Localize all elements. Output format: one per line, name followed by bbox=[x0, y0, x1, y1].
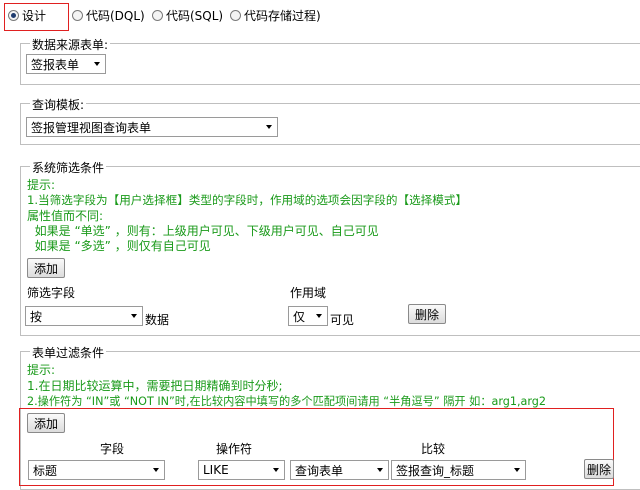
chevron-down-icon bbox=[514, 468, 520, 472]
form-filter-tip-2: 2.操作符为 “IN”或 “NOT IN”时,在比较内容中填写的多个匹配项间请用… bbox=[27, 395, 547, 408]
form-filter-compare-value-select[interactable]: 签报查询_标题 bbox=[391, 460, 526, 480]
chevron-down-icon bbox=[273, 468, 279, 472]
data-source-value: 签报表单 bbox=[31, 57, 80, 72]
radio-indicator bbox=[8, 9, 19, 21]
form-filter-operator-value: LIKE bbox=[203, 463, 229, 477]
form-filter-header-compare: 比较 bbox=[421, 442, 446, 456]
form-filter-tip-0: 提示: bbox=[27, 363, 56, 377]
form-filter-operator-select[interactable]: LIKE bbox=[198, 460, 285, 480]
chevron-down-icon bbox=[131, 314, 137, 318]
form-filter-compare-type-select[interactable]: 查询表单 bbox=[290, 460, 389, 480]
system-filter-delete-button[interactable]: 删除 bbox=[408, 304, 446, 324]
radio-indicator bbox=[152, 9, 163, 21]
form-filter-delete-button[interactable]: 删除 bbox=[584, 459, 614, 479]
system-filter-field-value: 按 bbox=[30, 309, 43, 324]
form-filter-field-select[interactable]: 标题 bbox=[28, 460, 165, 480]
radio-procedure[interactable]: 代码存储过程) bbox=[230, 7, 321, 23]
form-filter-compare-type-value: 查询表单 bbox=[295, 463, 344, 478]
form-filter-compare-value: 签报查询_标题 bbox=[396, 463, 475, 478]
system-filter-legend: 系统筛选条件 bbox=[30, 159, 107, 176]
system-filter-field-suffix: 数据 bbox=[145, 313, 170, 327]
form-filter-tip-1: 1.在日期比较运算中，需要把日期精确到时分秒; bbox=[27, 379, 283, 393]
chevron-down-icon bbox=[377, 468, 383, 472]
system-filter-scope-select[interactable]: 仅 bbox=[288, 306, 328, 326]
system-filter-tip-1: 1.当筛选字段为【用户选择框】类型的字段时，作用域的选项会因字段的【选择模式】 bbox=[27, 193, 468, 207]
chevron-down-icon bbox=[153, 468, 159, 472]
system-filter-scope-value: 仅 bbox=[293, 309, 306, 324]
system-filter-tip-4: 如果是 “多选” ，则仅有自己可见 bbox=[27, 239, 211, 253]
data-source-select[interactable]: 签报表单 bbox=[26, 54, 106, 74]
form-filter-field-value: 标题 bbox=[33, 463, 58, 478]
chevron-down-icon bbox=[266, 125, 272, 129]
radio-design[interactable]: 设计 bbox=[8, 7, 46, 23]
form-filter-legend: 表单过滤条件 bbox=[30, 344, 107, 361]
query-template-select[interactable]: 签报管理视图查询表单 bbox=[26, 117, 278, 137]
radio-sql[interactable]: 代码(SQL) bbox=[152, 7, 223, 23]
radio-indicator bbox=[72, 9, 83, 21]
data-source-fieldset: 数据来源表单: 签报表单 bbox=[20, 36, 640, 85]
chevron-down-icon bbox=[94, 62, 100, 66]
form-filter-add-button[interactable]: 添加 bbox=[27, 413, 65, 433]
query-template-fieldset: 查询模板: 签报管理视图查询表单 bbox=[20, 96, 640, 145]
query-template-legend: 查询模板: bbox=[30, 96, 87, 113]
radio-label: 代码(SQL) bbox=[166, 8, 224, 23]
query-template-value: 签报管理视图查询表单 bbox=[31, 120, 152, 135]
radio-dql[interactable]: 代码(DQL) bbox=[72, 7, 145, 23]
form-filter-header-field: 字段 bbox=[100, 442, 125, 456]
data-source-legend: 数据来源表单: bbox=[30, 36, 111, 53]
system-filter-col-field: 筛选字段 bbox=[27, 286, 76, 300]
radio-indicator bbox=[230, 9, 241, 21]
form-filter-header-operator: 操作符 bbox=[216, 442, 253, 456]
system-filter-tip-0: 提示: bbox=[27, 178, 56, 192]
radio-label: 设计 bbox=[22, 8, 47, 23]
mode-radio-group: 设计 代码(DQL) 代码(SQL) 代码存储过程) bbox=[0, 0, 640, 31]
radio-label: 代码(DQL) bbox=[86, 8, 145, 23]
radio-label: 代码存储过程) bbox=[244, 8, 321, 23]
chevron-down-icon bbox=[316, 314, 322, 318]
system-filter-field-select[interactable]: 按 bbox=[25, 306, 143, 326]
system-filter-col-scope: 作用域 bbox=[290, 286, 327, 300]
system-filter-scope-suffix: 可见 bbox=[330, 313, 355, 327]
system-filter-add-button[interactable]: 添加 bbox=[27, 258, 65, 278]
